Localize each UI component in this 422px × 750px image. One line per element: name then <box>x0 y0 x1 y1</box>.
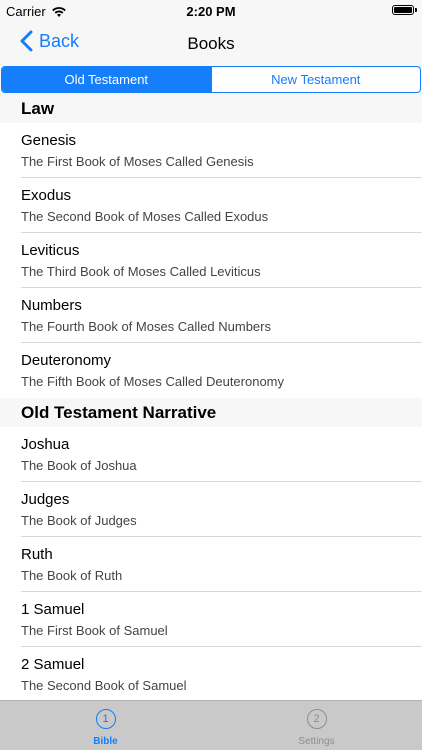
book-row-1-samuel[interactable]: 1 Samuel The First Book of Samuel <box>0 592 422 647</box>
number-1-icon: 1 <box>95 709 116 729</box>
tab-label: Settings <box>298 736 335 747</box>
book-row-exodus[interactable]: Exodus The Second Book of Moses Called E… <box>0 178 422 233</box>
book-subtitle: The Second Book of Moses Called Exodus <box>21 209 269 224</box>
book-subtitle: The Book of Joshua <box>21 458 137 473</box>
book-title: Numbers <box>21 297 82 314</box>
battery-tip <box>415 8 417 12</box>
book-subtitle: The Book of Ruth <box>21 568 123 583</box>
book-title: Leviticus <box>21 242 80 259</box>
page-title: Books <box>187 34 235 53</box>
book-row-numbers[interactable]: Numbers The Fourth Book of Moses Called … <box>0 288 422 343</box>
tab-bible[interactable]: 1 Bible <box>0 701 211 750</box>
segment-old-testament[interactable]: Old Testament <box>2 67 211 92</box>
battery-icon <box>392 5 414 15</box>
book-title: 2 Samuel <box>21 656 85 673</box>
book-title: Judges <box>21 491 70 508</box>
book-title: Genesis <box>21 132 77 149</box>
book-row-2-samuel[interactable]: 2 Samuel The Second Book of Samuel <box>0 647 422 700</box>
book-subtitle: The Fourth Book of Moses Called Numbers <box>21 319 271 334</box>
tab-settings[interactable]: 2 Settings <box>211 701 422 750</box>
section-header-old-testament-narrative: Old Testament Narrative <box>0 398 422 427</box>
book-subtitle: The Second Book of Samuel <box>21 678 187 693</box>
book-subtitle: The Fifth Book of Moses Called Deuterono… <box>21 374 285 389</box>
book-title: Joshua <box>21 436 70 453</box>
book-row-genesis[interactable]: Genesis The First Book of Moses Called G… <box>0 123 422 178</box>
book-row-judges[interactable]: Judges The Book of Judges <box>0 482 422 537</box>
section-header-law: Law <box>0 94 422 123</box>
segment-wrapper: Old Testament New Testament <box>1 66 421 93</box>
tab-label: Bible <box>93 736 118 747</box>
book-row-deuteronomy[interactable]: Deuteronomy The Fifth Book of Moses Call… <box>0 343 422 398</box>
status-bar: Carrier 2:20 PM <box>0 0 422 22</box>
navigation-bar: Back Books <box>0 22 422 66</box>
book-title: Ruth <box>21 546 53 563</box>
book-subtitle: The First Book of Samuel <box>21 623 168 638</box>
book-row-joshua[interactable]: Joshua The Book of Joshua <box>0 427 422 482</box>
book-row-leviticus[interactable]: Leviticus The Third Book of Moses Called… <box>0 233 422 288</box>
book-subtitle: The Third Book of Moses Called Leviticus <box>21 264 261 279</box>
book-title: Exodus <box>21 187 72 204</box>
book-row-ruth[interactable]: Ruth The Book of Ruth <box>0 537 422 592</box>
book-title: Deuteronomy <box>21 352 112 369</box>
status-time: 2:20 PM <box>186 4 236 19</box>
testament-segmented-control: Old Testament New Testament <box>0 66 422 94</box>
number-2-icon: 2 <box>306 709 327 729</box>
book-subtitle: The First Book of Moses Called Genesis <box>21 154 254 169</box>
tab-bar: 1 Bible 2 Settings <box>0 700 422 750</box>
book-title: 1 Samuel <box>21 601 85 618</box>
segment-new-testament[interactable]: New Testament <box>210 67 421 92</box>
book-list[interactable]: Law Genesis The First Book of Moses Call… <box>0 94 422 700</box>
book-subtitle: The Book of Judges <box>21 513 137 528</box>
